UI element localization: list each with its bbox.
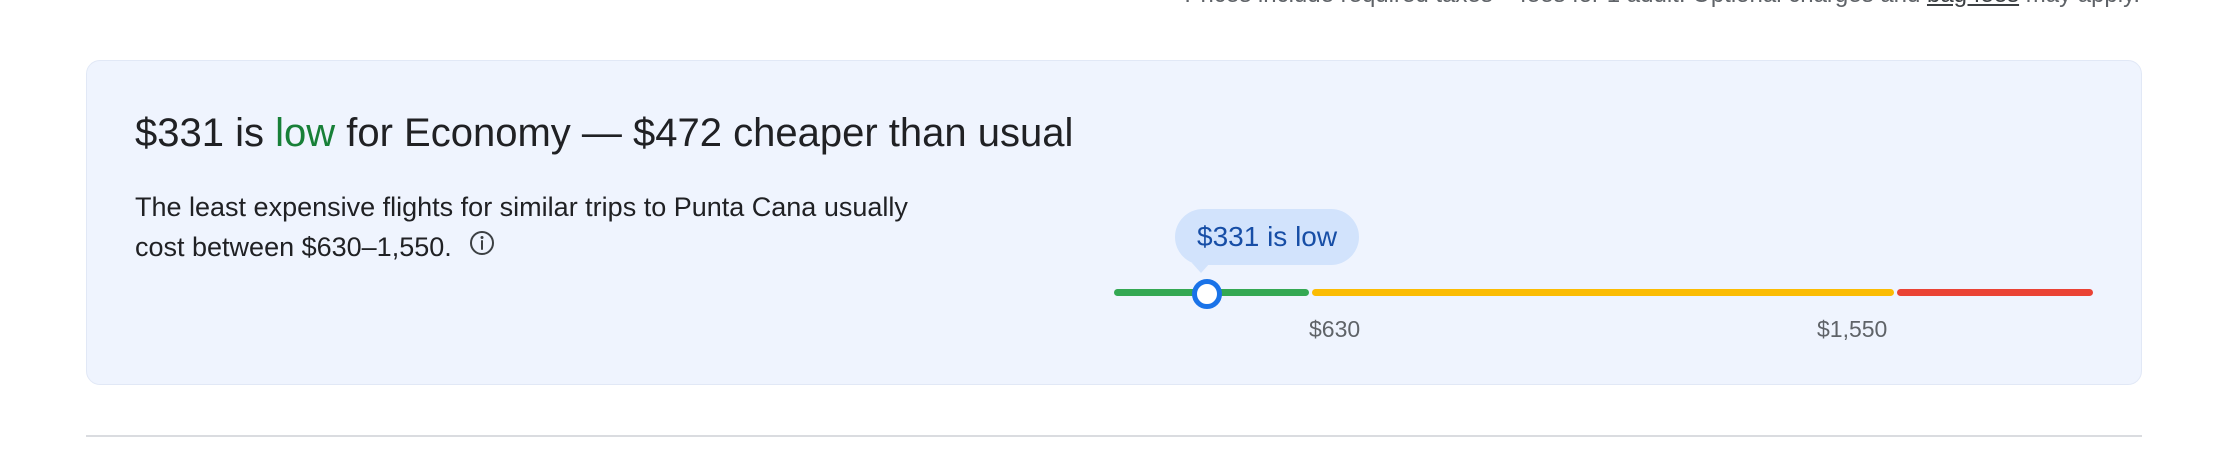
current-price-marker: [1192, 279, 1222, 309]
high-price-segment: [1897, 289, 2093, 296]
low-threshold-label: $630: [1309, 316, 1361, 342]
section-divider: [86, 435, 2142, 437]
current-price-bubble-pointer: [1192, 263, 1210, 273]
disclaimer-suffix: may apply.: [2019, 0, 2140, 8]
price-insight-card: $331 is low for Economy — $472 cheaper t…: [86, 60, 2142, 385]
disclaimer-prefix: Prices include required taxes + fees for…: [1185, 0, 1927, 8]
bag-fees-link[interactable]: bag fees: [1927, 0, 2019, 8]
price-disclaimer: Prices include required taxes + fees for…: [1185, 0, 2140, 10]
price-range-bar: $331 is low $630 $1,550: [87, 61, 2141, 384]
current-price-bubble: $331 is low: [1175, 209, 1360, 265]
high-threshold-label: $1,550: [1817, 316, 1888, 342]
page: Prices include required taxes + fees for…: [0, 0, 2224, 460]
typical-price-segment: [1312, 289, 1894, 296]
